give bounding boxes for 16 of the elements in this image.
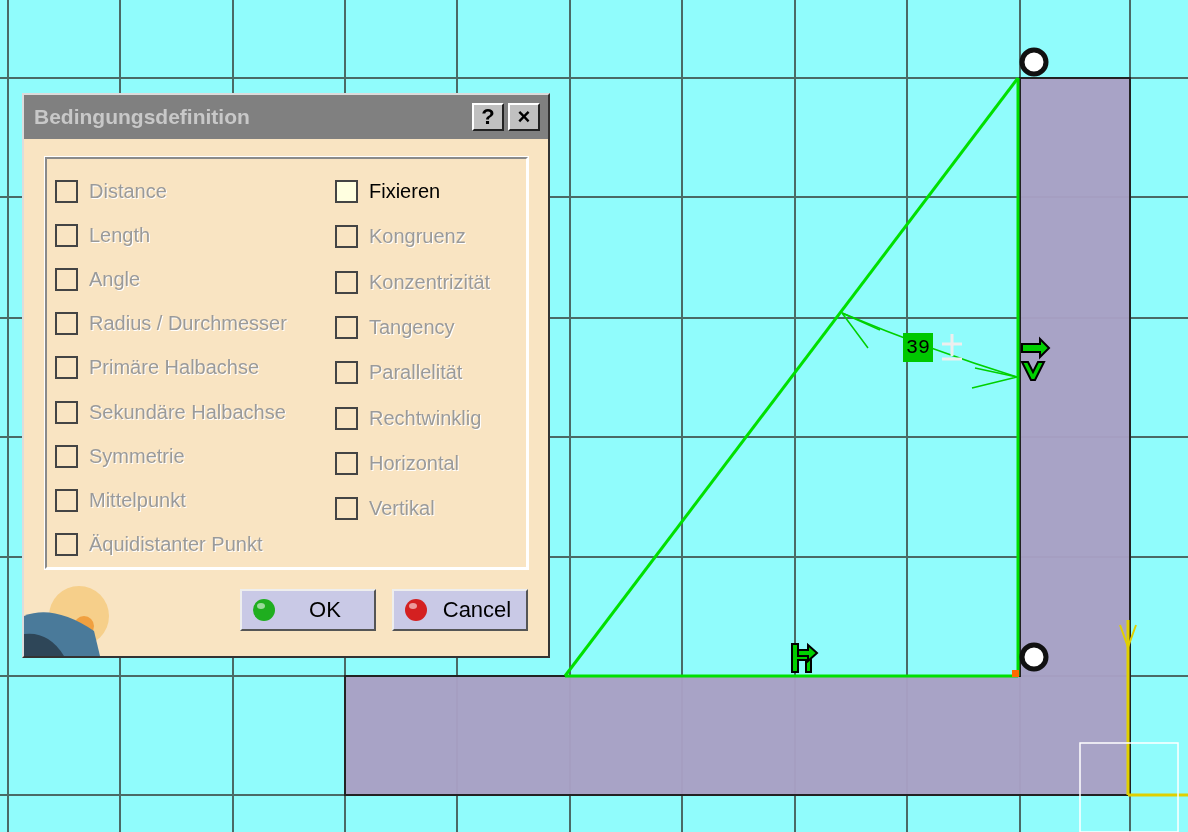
coincidence-icon [1019,47,1049,77]
close-button[interactable]: × [508,103,540,131]
checkbox[interactable] [335,180,358,204]
coincidence-icon [1019,642,1049,672]
ok-button[interactable]: OK [240,589,376,631]
ball-icon [252,598,276,622]
vertical-constraint-icon [1020,336,1051,381]
cancel-button[interactable]: Cancel [392,589,528,631]
vertex-point [1012,670,1019,677]
ball-icon [404,598,428,622]
angle-dimension[interactable]: 39 [903,333,933,362]
dialog-title: Bedingungsdefinition [34,105,250,129]
help-button[interactable]: ? [472,103,504,131]
plus-minus-icon [942,334,962,361]
checkbox-label[interactable]: Fixieren [369,180,441,204]
horizontal-constraint-icon [791,642,819,673]
